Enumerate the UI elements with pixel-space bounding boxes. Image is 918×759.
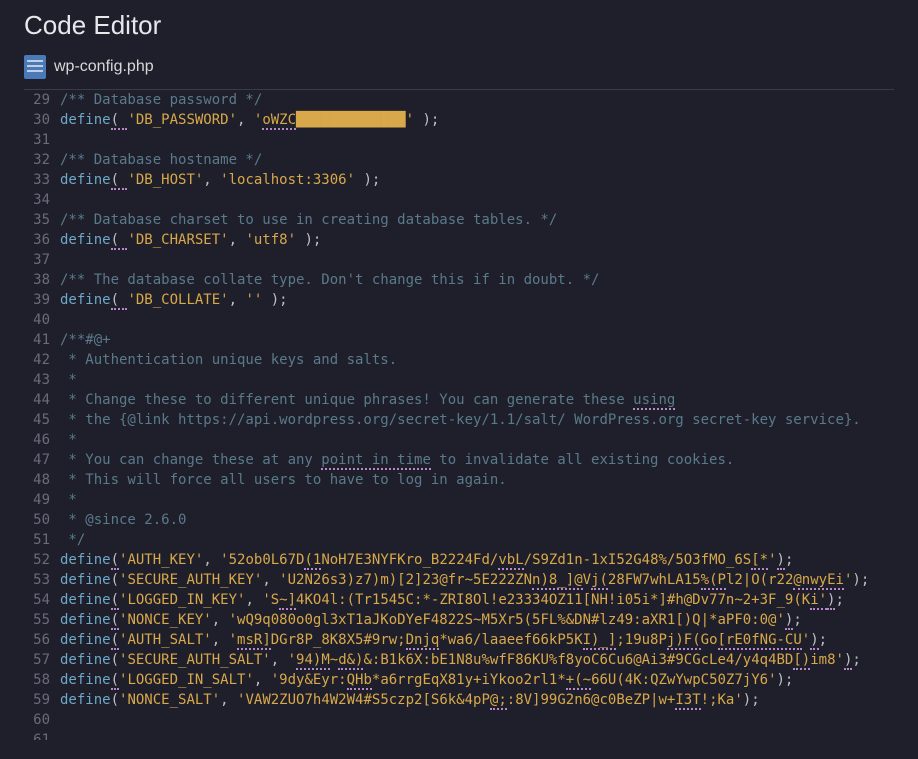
code-line[interactable]: 34 [0, 190, 918, 210]
code-content[interactable]: /** Database charset to use in creating … [60, 210, 557, 230]
code-line[interactable]: 44 * Change these to different unique ph… [0, 390, 918, 410]
code-content[interactable]: define('LOGGED_IN_KEY', 'S~]4KO4l:(Tr154… [60, 590, 844, 610]
code-line[interactable]: 43 * [0, 370, 918, 390]
code-content[interactable]: define( 'DB_COLLATE', '' ); [60, 290, 288, 310]
line-number: 31 [0, 130, 60, 150]
line-number: 40 [0, 310, 60, 330]
line-number: 52 [0, 550, 60, 570]
line-number: 38 [0, 270, 60, 290]
line-number: 32 [0, 150, 60, 170]
code-content[interactable]: */ [60, 530, 85, 550]
line-number: 58 [0, 670, 60, 690]
line-number: 42 [0, 350, 60, 370]
line-number: 60 [0, 710, 60, 730]
code-content[interactable]: define('LOGGED_IN_SALT', '9dy&Eyr:QHb*a6… [60, 670, 793, 690]
code-content[interactable]: /**#@+ [60, 330, 111, 350]
code-line[interactable]: 31 [0, 130, 918, 150]
code-line[interactable]: 60 [0, 710, 918, 730]
code-line[interactable]: 61 [0, 730, 918, 740]
line-number: 43 [0, 370, 60, 390]
line-number: 49 [0, 490, 60, 510]
code-editor[interactable]: 29/** Database password */30define( 'DB_… [0, 90, 918, 740]
code-line[interactable]: 45 * the {@link https://api.wordpress.or… [0, 410, 918, 430]
code-content[interactable]: * @since 2.6.0 [60, 510, 186, 530]
line-number: 41 [0, 330, 60, 350]
code-line[interactable]: 53define('SECURE_AUTH_KEY', 'U2N26s3)z7)… [0, 570, 918, 590]
line-number: 35 [0, 210, 60, 230]
code-line[interactable]: 56define('AUTH_SALT', 'msR]DGr8P_8K8X5#9… [0, 630, 918, 650]
code-line[interactable]: 42 * Authentication unique keys and salt… [0, 350, 918, 370]
code-line[interactable]: 33define( 'DB_HOST', 'localhost:3306' ); [0, 170, 918, 190]
code-line[interactable]: 39define( 'DB_COLLATE', '' ); [0, 290, 918, 310]
line-number: 54 [0, 590, 60, 610]
line-number: 37 [0, 250, 60, 270]
code-line[interactable]: 49 * [0, 490, 918, 510]
code-line[interactable]: 57define('SECURE_AUTH_SALT', '94)M~d&)&:… [0, 650, 918, 670]
code-line[interactable]: 47 * You can change these at any point i… [0, 450, 918, 470]
code-content[interactable]: define('AUTH_SALT', 'msR]DGr8P_8K8X5#9rw… [60, 630, 827, 650]
line-number: 39 [0, 290, 60, 310]
code-line[interactable]: 58define('LOGGED_IN_SALT', '9dy&Eyr:QHb*… [0, 670, 918, 690]
line-number: 34 [0, 190, 60, 210]
code-line[interactable]: 48 * This will force all users to have t… [0, 470, 918, 490]
code-line[interactable]: 55define('NONCE_KEY', 'wQ9q080o0gl3xT1aJ… [0, 610, 918, 630]
code-line[interactable]: 32/** Database hostname */ [0, 150, 918, 170]
code-line[interactable]: 46 * [0, 430, 918, 450]
code-content[interactable]: define( 'DB_CHARSET', 'utf8' ); [60, 230, 321, 250]
code-line[interactable]: 51 */ [0, 530, 918, 550]
file-icon [24, 55, 46, 79]
line-number: 50 [0, 510, 60, 530]
code-line[interactable]: 41/**#@+ [0, 330, 918, 350]
line-number: 44 [0, 390, 60, 410]
code-content[interactable]: * [60, 430, 77, 450]
code-content[interactable]: /** Database hostname */ [60, 150, 262, 170]
line-number: 55 [0, 610, 60, 630]
page-title: Code Editor [24, 10, 894, 41]
line-number: 53 [0, 570, 60, 590]
code-line[interactable]: 30define( 'DB_PASSWORD', 'oWZC██████████… [0, 110, 918, 130]
line-number: 29 [0, 90, 60, 110]
code-content[interactable]: * [60, 490, 77, 510]
editor-header: Code Editor wp-config.php [0, 0, 918, 90]
code-line[interactable]: 35/** Database charset to use in creatin… [0, 210, 918, 230]
code-line[interactable]: 40 [0, 310, 918, 330]
file-tab[interactable]: wp-config.php [24, 55, 894, 90]
code-line[interactable]: 36define( 'DB_CHARSET', 'utf8' ); [0, 230, 918, 250]
line-number: 36 [0, 230, 60, 250]
code-line[interactable]: 38/** The database collate type. Don't c… [0, 270, 918, 290]
code-content[interactable]: define('SECURE_AUTH_SALT', '94)M~d&)&:B1… [60, 650, 861, 670]
line-number: 51 [0, 530, 60, 550]
code-line[interactable]: 52define('AUTH_KEY', '52ob0L67D(1NoH7E3N… [0, 550, 918, 570]
line-number: 61 [0, 730, 60, 740]
line-number: 45 [0, 410, 60, 430]
code-content[interactable]: * You can change these at any point in t… [60, 450, 734, 470]
code-content[interactable]: /** The database collate type. Don't cha… [60, 270, 599, 290]
file-name: wp-config.php [54, 58, 154, 76]
line-number: 59 [0, 690, 60, 710]
code-content[interactable]: define('NONCE_KEY', 'wQ9q080o0gl3xT1aJKo… [60, 610, 802, 630]
code-content[interactable]: * Authentication unique keys and salts. [60, 350, 397, 370]
code-content[interactable]: * Change these to different unique phras… [60, 390, 675, 410]
line-number: 33 [0, 170, 60, 190]
code-content[interactable]: * This will force all users to have to l… [60, 470, 507, 490]
code-line[interactable]: 50 * @since 2.6.0 [0, 510, 918, 530]
line-number: 30 [0, 110, 60, 130]
code-line[interactable]: 59define('NONCE_SALT', 'VAW2ZUO7h4W2W4#S… [0, 690, 918, 710]
line-number: 46 [0, 430, 60, 450]
code-content[interactable]: define( 'DB_PASSWORD', 'oWZC████████████… [60, 110, 439, 130]
line-number: 48 [0, 470, 60, 490]
code-content[interactable]: /** Database password */ [60, 90, 262, 110]
line-number: 57 [0, 650, 60, 670]
code-content[interactable]: * the {@link https://api.wordpress.org/s… [60, 410, 861, 430]
code-line[interactable]: 37 [0, 250, 918, 270]
code-line[interactable]: 29/** Database password */ [0, 90, 918, 110]
code-content[interactable]: * [60, 370, 77, 390]
code-content[interactable]: define('NONCE_SALT', 'VAW2ZUO7h4W2W4#S5c… [60, 690, 760, 710]
line-number: 56 [0, 630, 60, 650]
line-number: 47 [0, 450, 60, 470]
code-content[interactable]: define('SECURE_AUTH_KEY', 'U2N26s3)z7)m)… [60, 570, 869, 590]
code-line[interactable]: 54define('LOGGED_IN_KEY', 'S~]4KO4l:(Tr1… [0, 590, 918, 610]
code-content[interactable]: define('AUTH_KEY', '52ob0L67D(1NoH7E3NYF… [60, 550, 793, 570]
code-content[interactable]: define( 'DB_HOST', 'localhost:3306' ); [60, 170, 380, 190]
